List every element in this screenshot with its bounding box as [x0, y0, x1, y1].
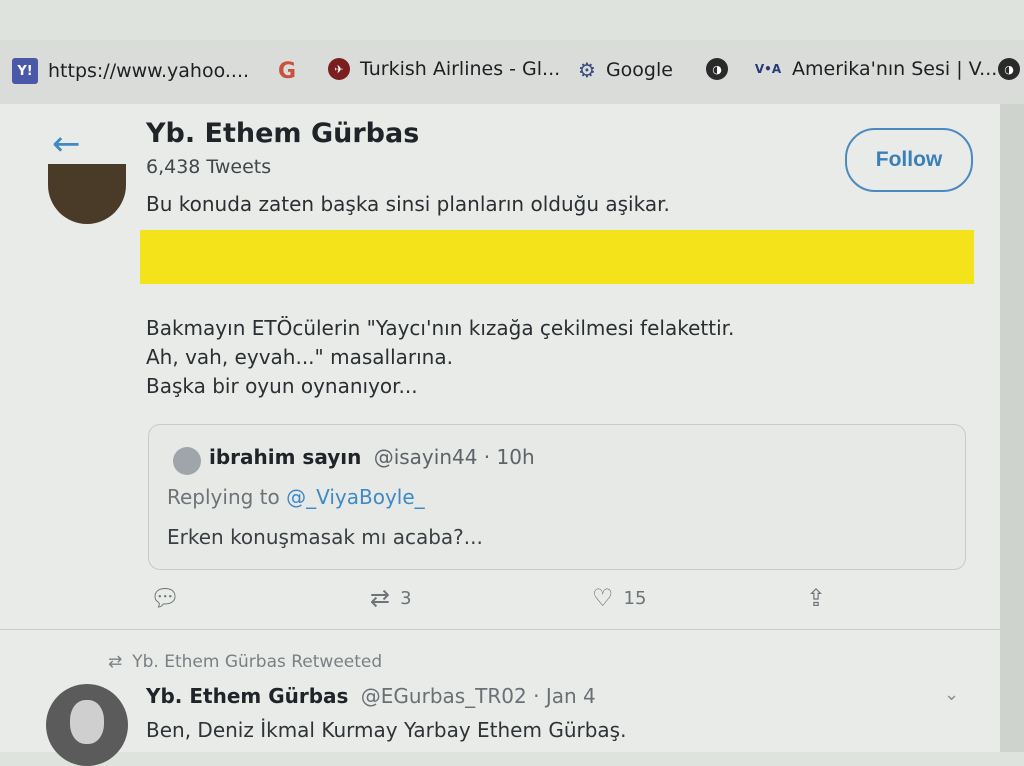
- replying-handle[interactable]: @_ViyaBoyle_: [286, 485, 425, 509]
- bookmark-globe-2[interactable]: ◑: [998, 58, 1020, 80]
- retweet-icon: ⇄: [108, 652, 123, 672]
- tweet-header: Yb. Ethem Gürbas @EGurbas_TR02 · Jan 4: [146, 684, 596, 708]
- share-icon: ⇪: [806, 584, 827, 612]
- like-button[interactable]: ♡ 15: [592, 584, 646, 612]
- avatar-face: [70, 700, 104, 744]
- profile-name: Yb. Ethem Gürbas: [146, 118, 420, 149]
- chevron-down-icon[interactable]: ⌄: [944, 684, 959, 705]
- retweet-button[interactable]: ⇄ 3: [370, 584, 412, 612]
- bookmark-label: https://www.yahoo....: [48, 60, 250, 82]
- quoted-avatar: [173, 447, 201, 475]
- bookmark-voa[interactable]: V•A Amerika'nın Sesi | V...: [754, 58, 997, 80]
- profile-timeline: ← Yb. Ethem Gürbas 6,438 Tweets Follow B…: [0, 104, 1000, 766]
- bookmark-label: Turkish Airlines - Gl...: [360, 58, 561, 80]
- quoted-tweet[interactable]: ibrahim sayın @isayin44 · 10h Replying t…: [148, 424, 966, 570]
- redaction-highlight: [140, 230, 974, 284]
- replying-prefix: Replying to: [167, 485, 287, 509]
- retweet-count: 3: [400, 587, 412, 609]
- yahoo-icon: Y!: [12, 58, 38, 84]
- scrollbar[interactable]: [1000, 104, 1024, 752]
- tweet-line: Ah, vah, eyvah..." masallarına.: [146, 345, 453, 369]
- quoted-header: ibrahim sayın @isayin44 · 10h: [209, 445, 535, 469]
- like-count: 15: [623, 587, 647, 609]
- retweeted-indicator: ⇄ Yb. Ethem Gürbas Retweeted: [108, 652, 382, 672]
- voa-icon: V•A: [754, 62, 782, 76]
- reply-button[interactable]: 💬︎: [150, 584, 180, 612]
- avatar[interactable]: [48, 164, 126, 224]
- bookmark-label: Google: [605, 59, 673, 81]
- bookmark-globe[interactable]: ◑: [706, 58, 728, 80]
- share-button[interactable]: ⇪: [806, 584, 826, 612]
- heart-icon: ♡: [592, 584, 614, 612]
- reply-icon: 💬︎: [150, 584, 181, 612]
- globe-icon: ◑: [998, 58, 1020, 80]
- google-icon: ⚙: [578, 58, 596, 82]
- profile-header: ← Yb. Ethem Gürbas 6,438 Tweets Follow: [0, 104, 1000, 196]
- quoted-name: ibrahim sayın: [209, 445, 362, 469]
- tweet-body: Bakmayın ETÖcülerin "Yaycı'nın kızağa çe…: [146, 314, 734, 401]
- bookmark-label: Amerika'nın Sesi | V...: [792, 58, 998, 80]
- tweet-text: Ben, Deniz İkmal Kurmay Yarbay Ethem Gür…: [146, 718, 627, 742]
- retweet-icon: ⇄: [370, 584, 391, 612]
- turkish-airlines-icon: ✈: [328, 58, 350, 80]
- google-g-icon: G: [277, 58, 297, 84]
- tweet-line: Bakmayın ETÖcülerin "Yaycı'nın kızağa çe…: [146, 316, 735, 340]
- tweet-line: Başka bir oyun oynanıyor...: [146, 374, 418, 398]
- tweet-actions: 💬︎ ⇄ 3 ♡ 15 ⇪: [0, 584, 1000, 624]
- follow-button[interactable]: Follow: [845, 128, 973, 192]
- divider: [0, 629, 1000, 630]
- back-arrow-icon[interactable]: ←: [52, 124, 81, 164]
- quoted-text: Erken konuşmasak mı acaba?...: [167, 525, 483, 549]
- tweet-author-name[interactable]: Yb. Ethem Gürbas: [146, 684, 348, 708]
- bookmark-yahoo[interactable]: Y! https://www.yahoo....: [12, 58, 249, 84]
- bookmark-google[interactable]: ⚙ Google: [578, 58, 673, 82]
- replying-to: Replying to @_ViyaBoyle_: [167, 485, 425, 509]
- tweet-count: 6,438 Tweets: [146, 156, 272, 178]
- retweeted-label[interactable]: Yb. Ethem Gürbas Retweeted: [132, 652, 382, 672]
- bookmarks-bar: Y! https://www.yahoo.... G ✈ Turkish Air…: [0, 40, 1024, 105]
- bookmark-google-g[interactable]: G: [274, 58, 300, 84]
- avatar[interactable]: [46, 684, 128, 766]
- tweet-text-line: Bu konuda zaten başka sinsi planların ol…: [146, 192, 670, 216]
- globe-icon: ◑: [706, 58, 728, 80]
- bookmark-turkish-airlines[interactable]: ✈ Turkish Airlines - Gl...: [328, 58, 560, 80]
- quoted-handle: @isayin44 · 10h: [373, 445, 535, 469]
- tweet-handle: @EGurbas_TR02 · Jan 4: [360, 684, 596, 708]
